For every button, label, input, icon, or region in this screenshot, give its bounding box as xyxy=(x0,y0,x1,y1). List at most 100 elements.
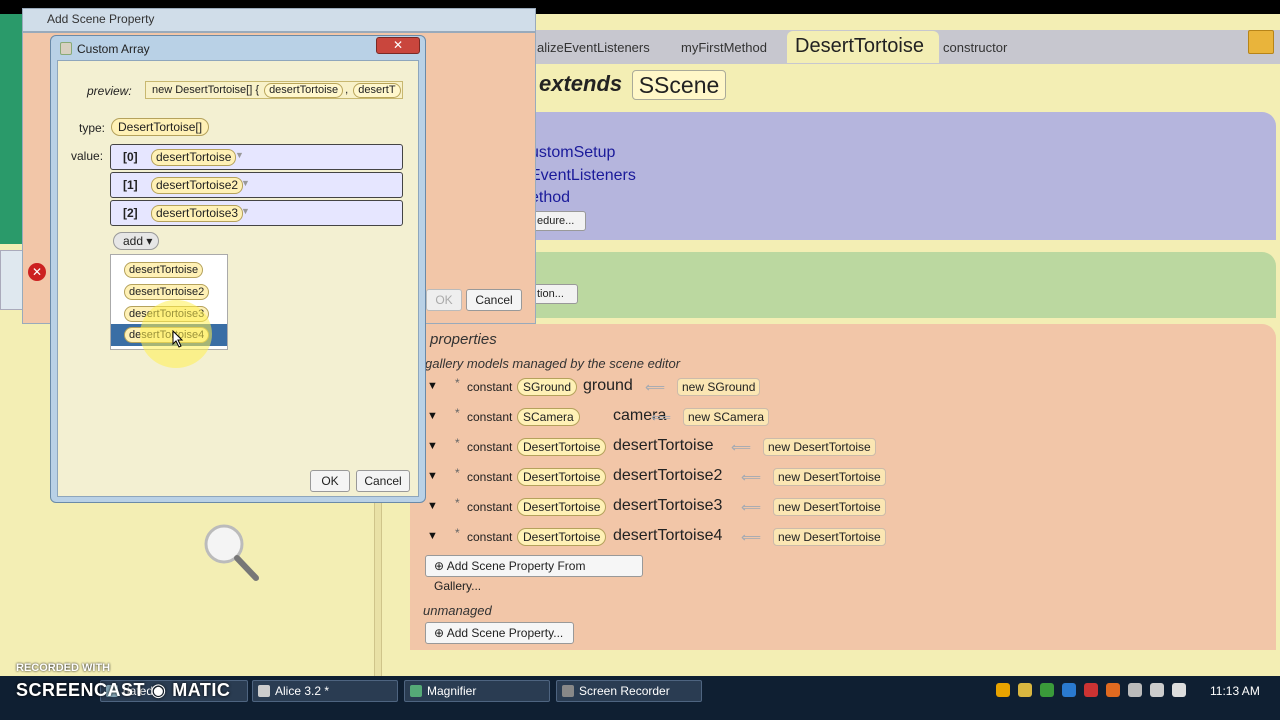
screen-recorder-icon xyxy=(562,685,574,697)
procedures-panel xyxy=(530,112,1276,240)
gallery-note: gallery models managed by the scene edit… xyxy=(425,356,681,371)
watermark-caption: RECORDED WITH xyxy=(16,662,111,674)
property-name[interactable]: desertTortoise4 xyxy=(613,527,722,545)
new-expression[interactable]: new DesertTortoise xyxy=(763,438,876,456)
expand-triangle-icon[interactable]: ▼ xyxy=(427,410,441,424)
add-function-button[interactable]: tion... xyxy=(530,284,578,304)
property-row: ▼ * constant DesertTortoise desertTortoi… xyxy=(425,526,925,550)
taskbar-clock[interactable]: 11:13 AM xyxy=(1210,684,1260,698)
method-link-initialize-event-listeners[interactable]: EventListeners xyxy=(530,167,636,185)
array-element-value[interactable]: desertTortoise3 xyxy=(151,205,244,222)
system-tray xyxy=(996,683,1196,699)
expand-triangle-icon[interactable]: ▼ xyxy=(427,500,441,514)
add-scene-property-cancel-button[interactable]: Cancel xyxy=(466,289,522,311)
unmanaged-label: unmanaged xyxy=(423,603,492,618)
alice-icon xyxy=(258,685,270,697)
custom-array-ok-button[interactable]: OK xyxy=(310,470,350,492)
close-icon[interactable]: ✕ xyxy=(376,37,420,54)
tray-icon[interactable] xyxy=(1084,683,1098,697)
expand-triangle-icon[interactable]: ▼ xyxy=(427,470,441,484)
assign-arrow-icon: ⟸ xyxy=(645,379,666,395)
array-value-row[interactable]: [1] desertTortoise2 ▼ xyxy=(110,172,403,198)
new-expression[interactable]: new DesertTortoise xyxy=(773,498,886,516)
array-element-value[interactable]: desertTortoise xyxy=(151,149,237,166)
expand-triangle-icon[interactable]: ▼ xyxy=(427,440,441,454)
magnifier-app-icon xyxy=(410,685,422,697)
superclass-box[interactable]: SScene xyxy=(632,70,726,100)
new-expression[interactable]: new DesertTortoise xyxy=(773,528,886,546)
type-box[interactable]: SGround xyxy=(517,378,578,396)
assign-arrow-icon: ⟸ xyxy=(741,529,762,545)
add-scene-property-button[interactable]: ⊕ Add Scene Property... xyxy=(425,622,574,644)
add-scene-property-title: Add Scene Property xyxy=(47,12,155,26)
extends-keyword: extends xyxy=(539,71,623,96)
type-label: type: xyxy=(79,121,106,135)
type-box[interactable]: SCamera xyxy=(517,408,580,426)
tray-icon[interactable] xyxy=(1106,683,1120,697)
properties-heading: properties xyxy=(430,331,497,348)
expand-triangle-icon[interactable]: ▼ xyxy=(427,380,441,394)
plus-icon: ⊕ xyxy=(434,559,445,573)
add-scene-property-ok-button[interactable]: OK xyxy=(426,289,462,311)
dropdown-option[interactable]: desertTortoise2 xyxy=(124,284,210,300)
add-scene-property-from-gallery-button[interactable]: ⊕ Add Scene Property From Gallery... xyxy=(425,555,643,593)
plus-icon: ⊕ xyxy=(434,626,445,640)
array-value-row[interactable]: [2] desertTortoise3 ▼ xyxy=(110,200,403,226)
preview-box: new DesertTortoise[] { desertTortoise, d… xyxy=(145,81,403,99)
network-icon[interactable] xyxy=(1128,683,1142,697)
new-expression[interactable]: new SCamera xyxy=(683,408,770,426)
display-icon[interactable] xyxy=(1172,683,1186,697)
tray-icon[interactable] xyxy=(1062,683,1076,697)
magnifier-icon xyxy=(204,524,259,581)
add-procedure-button[interactable]: edure... xyxy=(530,211,586,231)
property-name[interactable]: ground xyxy=(583,377,633,395)
taskbar-item-alice[interactable]: Alice 3.2 * xyxy=(252,680,398,702)
assign-arrow-icon: ⟸ xyxy=(651,409,672,425)
assign-arrow-icon: ⟸ xyxy=(731,439,752,455)
property-name[interactable]: desertTortoise3 xyxy=(613,497,722,515)
tab-desert-tortoise[interactable]: DesertTortoise xyxy=(787,31,939,63)
property-row: ▼ * constant SCamera camera ⟸ new SCamer… xyxy=(425,406,925,430)
method-link-my-first-method[interactable]: ethod xyxy=(530,189,570,207)
mouse-pointer-icon xyxy=(172,330,184,348)
assign-arrow-icon: ⟸ xyxy=(741,469,762,485)
new-expression[interactable]: new SGround xyxy=(677,378,761,396)
dropdown-arrow-icon[interactable]: ▼ xyxy=(241,178,250,188)
taskbar-item-screen-recorder[interactable]: Screen Recorder xyxy=(556,680,702,702)
type-box[interactable]: DesertTortoise xyxy=(517,438,607,456)
array-element-value[interactable]: desertTortoise2 xyxy=(151,177,244,194)
functions-panel xyxy=(530,252,1276,318)
type-box[interactable]: DesertTortoise xyxy=(517,468,607,486)
taskbar-item-magnifier[interactable]: Magnifier xyxy=(404,680,550,702)
dropdown-arrow-icon[interactable]: ▼ xyxy=(235,150,244,160)
java-icon xyxy=(60,42,72,55)
array-type-box[interactable]: DesertTortoise[] xyxy=(111,118,210,136)
property-row: ▼ * constant DesertTortoise desertTortoi… xyxy=(425,466,925,490)
property-row: ▼ * constant SGround ground ⟸ new SGroun… xyxy=(425,376,925,400)
property-name[interactable]: desertTortoise2 xyxy=(613,467,722,485)
property-row: ▼ * constant DesertTortoise desertTortoi… xyxy=(425,496,925,520)
array-value-row[interactable]: [0] desertTortoise ▼ xyxy=(110,144,403,170)
add-element-button[interactable]: add ▾ xyxy=(113,232,159,250)
dropdown-arrow-icon[interactable]: ▼ xyxy=(241,206,250,216)
type-box[interactable]: DesertTortoise xyxy=(517,528,607,546)
method-link-perform-custom-setup[interactable]: ustomSetup xyxy=(530,144,615,162)
folder-icon[interactable] xyxy=(1248,30,1274,54)
tray-icon[interactable] xyxy=(1040,683,1054,697)
left-panel-fragment xyxy=(0,250,24,310)
error-icon: ✕ xyxy=(28,263,46,281)
volume-icon[interactable] xyxy=(1150,683,1164,697)
tray-icon[interactable] xyxy=(996,683,1010,697)
dropdown-option[interactable]: desertTortoise xyxy=(124,262,204,278)
expand-triangle-icon[interactable]: ▼ xyxy=(427,530,441,544)
tray-icon[interactable] xyxy=(1018,683,1032,697)
tab-initialize-event-listeners[interactable]: alizeEventListeners xyxy=(537,40,650,55)
property-row: ▼ * constant DesertTortoise desertTortoi… xyxy=(425,436,925,460)
assign-arrow-icon: ⟸ xyxy=(741,499,762,515)
type-box[interactable]: DesertTortoise xyxy=(517,498,607,516)
new-expression[interactable]: new DesertTortoise xyxy=(773,468,886,486)
tab-constructor[interactable]: constructor xyxy=(943,40,1007,55)
custom-array-cancel-button[interactable]: Cancel xyxy=(356,470,410,492)
tab-my-first-method[interactable]: myFirstMethod xyxy=(681,40,767,55)
property-name[interactable]: desertTortoise xyxy=(613,437,714,455)
